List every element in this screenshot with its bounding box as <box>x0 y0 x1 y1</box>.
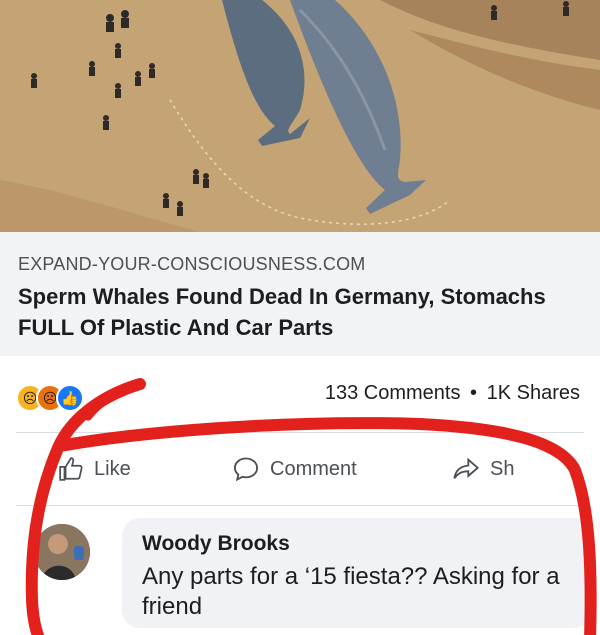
share-button[interactable]: Sh <box>452 445 514 493</box>
link-headline[interactable]: Sperm Whales Found Dead In Germany, Stom… <box>18 281 578 343</box>
engagement-counts: 133 Comments • 1K Shares <box>325 382 580 405</box>
avatar-image <box>34 524 90 580</box>
divider <box>16 505 584 506</box>
beach-whales-image <box>0 0 600 232</box>
comment-author[interactable]: Woody Brooks <box>142 532 290 556</box>
divider <box>16 432 584 433</box>
comment-item: Woody Brooks Any parts for a ‘15 fiesta?… <box>24 518 592 635</box>
engagement-bar: ☹ ☹ 👍 133 Comments • 1K Shares <box>0 372 600 422</box>
share-label: Sh <box>490 457 515 480</box>
like-button[interactable]: Like <box>58 445 131 493</box>
comment-bubble-icon <box>233 457 259 482</box>
action-bar: Like Comment Sh <box>0 445 600 493</box>
comment-button[interactable]: Comment <box>232 445 357 493</box>
comments-count[interactable]: 133 Comments <box>325 382 461 404</box>
avatar[interactable] <box>34 524 90 580</box>
share-arrow-icon <box>453 457 480 479</box>
article-photo[interactable] <box>0 0 600 232</box>
separator-dot: • <box>470 382 478 404</box>
comment-bubble: Woody Brooks Any parts for a ‘15 fiesta?… <box>122 518 592 628</box>
shares-count[interactable]: 1K Shares <box>487 382 580 404</box>
like-reaction-icon: 👍 <box>56 384 84 412</box>
link-domain[interactable]: EXPAND-YOUR-CONSCIOUSNESS.COM <box>18 254 366 275</box>
comment-label: Comment <box>270 457 357 480</box>
like-label: Like <box>94 457 131 480</box>
thumbs-up-icon <box>59 457 83 481</box>
comment-text: Any parts for a ‘15 fiesta?? Asking for … <box>142 563 560 620</box>
